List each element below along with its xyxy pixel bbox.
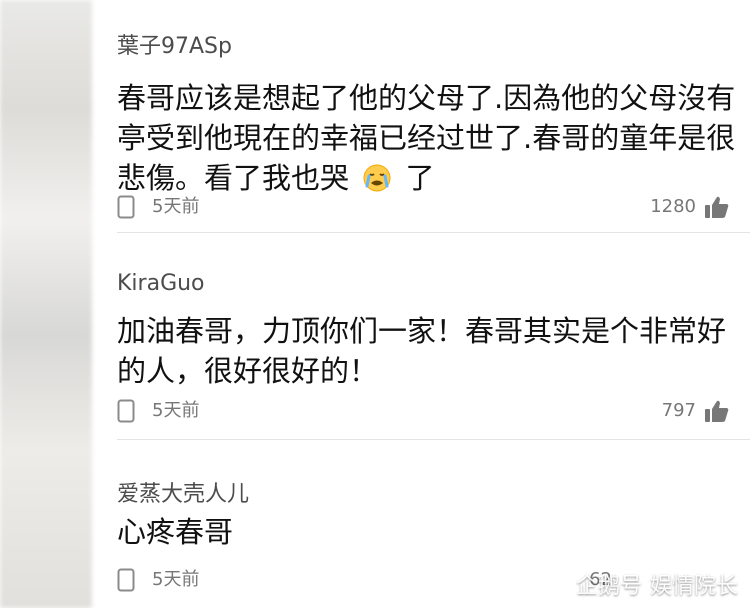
like-count: 797 [661, 400, 696, 421]
comment-username[interactable]: 葉子97ASp [117, 28, 232, 60]
thumbs-up-icon[interactable] [704, 399, 730, 423]
reply-icon[interactable] [117, 195, 135, 219]
comment-username[interactable]: 爱蒸大壳人儿 [117, 476, 249, 508]
thumbs-up-icon[interactable] [704, 195, 730, 219]
comment-2: KiraGuo 加油春哥，力顶你们一家！春哥其实是个非常好的人，很好很好的！ 5… [117, 233, 750, 440]
reply-icon[interactable] [117, 568, 135, 592]
comment-username[interactable]: KiraGuo [117, 271, 205, 296]
comment-1: 葉子97ASp 春哥应该是想起了他的父母了.因為他的父母沒有亭受到他現在的幸福已… [117, 0, 750, 231]
like-control[interactable]: 1280 [650, 195, 730, 219]
blurred-avatar-column [0, 0, 92, 608]
like-count: 1280 [650, 196, 696, 217]
reply-icon[interactable] [117, 399, 135, 423]
crying-face-icon [362, 163, 392, 193]
like-control[interactable]: 797 [662, 399, 730, 423]
watermark-account: 娱情院长 [649, 574, 738, 599]
comment-meta-row: 5天前 1280 [117, 195, 730, 223]
watermark-platform: 企鹅号 [575, 574, 642, 599]
comment-time: 5天前 [152, 400, 200, 421]
comment-time: 5天前 [152, 196, 200, 217]
comment-text: 春哥应该是想起了他的父母了.因為他的父母沒有亭受到他現在的幸福已经过世了.春哥的… [117, 78, 737, 198]
comment-text-after-emoji: 了 [405, 161, 435, 195]
comment-text: 心疼春哥 [117, 515, 234, 549]
penguin-icon [542, 572, 567, 596]
platform-watermark: 企鹅号 娱情院长 [542, 570, 738, 599]
comment-meta-row: 5天前 797 [117, 399, 730, 427]
comment-text: 加油春哥，力顶你们一家！春哥其实是个非常好的人，很好很好的！ [117, 314, 727, 388]
comment-time: 5天前 [152, 569, 200, 590]
